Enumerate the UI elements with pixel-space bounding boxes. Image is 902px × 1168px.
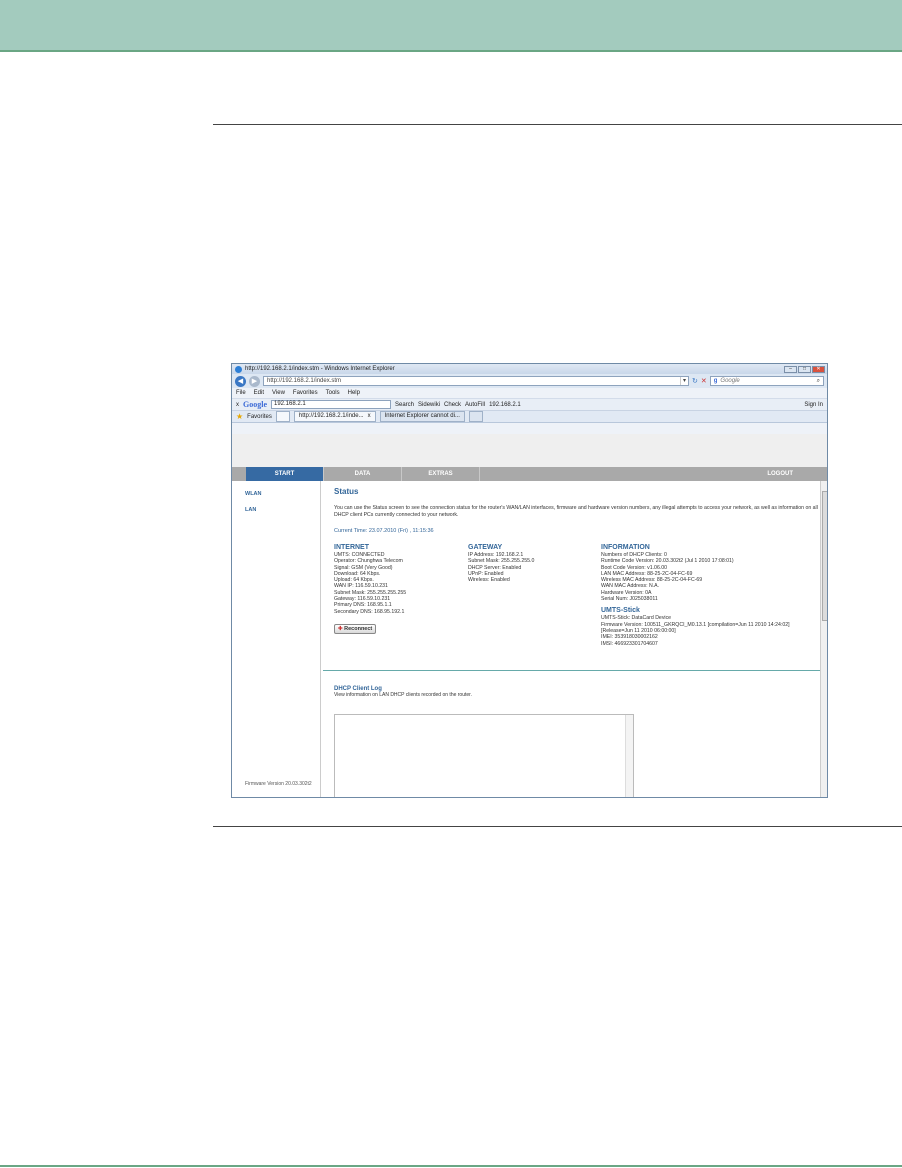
tab-error-label: Internet Explorer cannot di... xyxy=(384,413,460,419)
dhcp-section: DHCP Client Log View information on LAN … xyxy=(334,686,472,699)
search-placeholder: Google xyxy=(720,378,740,384)
chevron-down-icon[interactable]: ▾ xyxy=(680,377,688,385)
gateway-line: Wireless: Enabled xyxy=(468,577,510,584)
top-rule xyxy=(213,124,902,125)
menu-favorites[interactable]: Favorites xyxy=(293,390,318,396)
status-panel: Status You can use the Status screen to … xyxy=(321,481,827,797)
router-nav: START DATA EXTRAS LOGOUT xyxy=(232,467,827,481)
header-band xyxy=(0,0,902,52)
google-logo: Google xyxy=(243,400,267,409)
menu-view[interactable]: View xyxy=(272,390,285,396)
toolbar-link[interactable]: 192.168.2.1 xyxy=(489,402,521,408)
information-section: INFORMATION Numbers of DHCP Clients: 0 R… xyxy=(601,544,821,647)
new-tab-button[interactable] xyxy=(468,411,483,422)
address-bar[interactable]: http://192.168.2.1/index.stm ▾ xyxy=(263,376,689,386)
gateway-title: GATEWAY xyxy=(468,544,503,551)
footer-line xyxy=(0,1165,902,1167)
window-titlebar: http://192.168.2.1/index.stm - Windows I… xyxy=(232,364,827,374)
router-page: START DATA EXTRAS LOGOUT WLAN LAN Firmwa… xyxy=(232,434,827,797)
minimize-icon[interactable]: – xyxy=(784,365,797,373)
reconnect-label: Reconnect xyxy=(344,625,373,632)
status-intro: You can use the Status screen to see the… xyxy=(334,505,818,518)
ie-icon xyxy=(235,365,242,373)
gateway-section: GATEWAY IP Address: 192.168.2.1 Subnet M… xyxy=(468,544,601,647)
window-title: http://192.168.2.1/index.stm - Windows I… xyxy=(245,366,395,372)
tab-error[interactable]: Internet Explorer cannot di... xyxy=(379,411,465,422)
menu-bar: File Edit View Favorites Tools Help xyxy=(232,388,827,398)
internet-line: Secondary DNS: 168.95.192.1 xyxy=(334,608,405,615)
autofill-button[interactable]: AutoFill xyxy=(465,402,485,408)
information-line: Serial Num: J025038011 xyxy=(601,596,658,603)
browser-screenshot: http://192.168.2.1/index.stm - Windows I… xyxy=(231,363,828,798)
umts-line: Firmware Version: 100511_GKRQCI_M0.13.1 … xyxy=(601,621,790,634)
tab-close-icon[interactable]: x xyxy=(368,412,371,421)
nav-data[interactable]: DATA xyxy=(324,467,402,481)
internet-section: INTERNET UMTS: CONNECTED Operator: Chung… xyxy=(334,544,468,647)
maximize-icon[interactable]: □ xyxy=(798,365,811,373)
document-page: http://192.168.2.1/index.stm - Windows I… xyxy=(0,0,902,1168)
router-header xyxy=(232,434,827,467)
nav-start[interactable]: START xyxy=(246,467,324,481)
menu-tools[interactable]: Tools xyxy=(326,390,340,396)
menu-help[interactable]: Help xyxy=(348,390,360,396)
tab-router[interactable]: http://192.168.2.1/inde... x xyxy=(293,411,376,422)
umts-title: UMTS-Stick xyxy=(601,607,640,615)
stop-icon[interactable]: ✕ xyxy=(701,377,707,385)
google-toolbar: x Google 192.168.2.1 Search Sidewiki Che… xyxy=(232,398,827,410)
address-text: http://192.168.2.1/index.stm xyxy=(267,378,342,384)
sidewiki-button[interactable]: Sidewiki xyxy=(418,402,440,408)
status-heading: Status xyxy=(334,487,359,496)
current-time: Current Time: 23.07.2010 (Fri) , 11:15:3… xyxy=(334,528,434,534)
internet-title: INTERNET xyxy=(334,544,369,551)
log-scrollbar[interactable] xyxy=(625,715,633,797)
nav-extras[interactable]: EXTRAS xyxy=(402,467,480,481)
sign-in-button[interactable]: Sign In xyxy=(804,402,823,408)
bottom-rule xyxy=(213,826,902,827)
router-sidebar: WLAN LAN Firmware Version 20.03.302t2 xyxy=(232,481,321,797)
google-icon: g xyxy=(713,378,718,384)
menu-edit[interactable]: Edit xyxy=(254,390,264,396)
favorites-button[interactable]: Favorites xyxy=(247,414,272,420)
reconnect-icon: ✚ xyxy=(338,625,343,632)
forward-button[interactable]: ▶ xyxy=(249,375,260,387)
tab-router-label: http://192.168.2.1/inde... xyxy=(298,413,364,419)
check-button[interactable]: Check xyxy=(444,402,461,408)
umts-line: IMSI: 466923301704607 xyxy=(601,640,658,647)
sidebar-item-lan[interactable]: LAN xyxy=(245,507,320,513)
reconnect-button[interactable]: ✚ Reconnect xyxy=(334,623,377,635)
close-icon[interactable]: ✕ xyxy=(812,365,825,373)
favorites-bar: ★ Favorites http://192.168.2.1/inde... x … xyxy=(232,410,827,423)
star-icon: ★ xyxy=(236,412,244,421)
search-icon[interactable]: ⌕ xyxy=(817,377,820,385)
google-query-input[interactable]: 192.168.2.1 xyxy=(271,400,391,409)
back-button[interactable]: ◀ xyxy=(235,375,246,387)
section-divider xyxy=(323,670,821,671)
google-search-button[interactable]: Search xyxy=(395,402,414,408)
search-input[interactable]: g Google ⌕ xyxy=(709,376,824,386)
sidebar-item-wlan[interactable]: WLAN xyxy=(245,491,320,497)
quick-tabs-button[interactable] xyxy=(275,411,290,422)
refresh-icon[interactable]: ↻ xyxy=(692,377,698,385)
dhcp-description: View information on LAN DHCP clients rec… xyxy=(334,692,472,698)
information-title: INFORMATION xyxy=(601,544,650,551)
scrollbar-thumb[interactable] xyxy=(822,491,827,621)
firmware-footer: Firmware Version 20.03.302t2 xyxy=(245,781,312,787)
menu-file[interactable]: File xyxy=(236,390,246,396)
address-row: ◀ ▶ http://192.168.2.1/index.stm ▾ ↻ ✕ gG… xyxy=(232,374,827,388)
page-scrollbar[interactable] xyxy=(820,481,827,797)
logout-link[interactable]: LOGOUT xyxy=(767,471,793,477)
dhcp-log-box[interactable] xyxy=(334,714,634,797)
close-toolbar-icon[interactable]: x xyxy=(236,402,239,408)
